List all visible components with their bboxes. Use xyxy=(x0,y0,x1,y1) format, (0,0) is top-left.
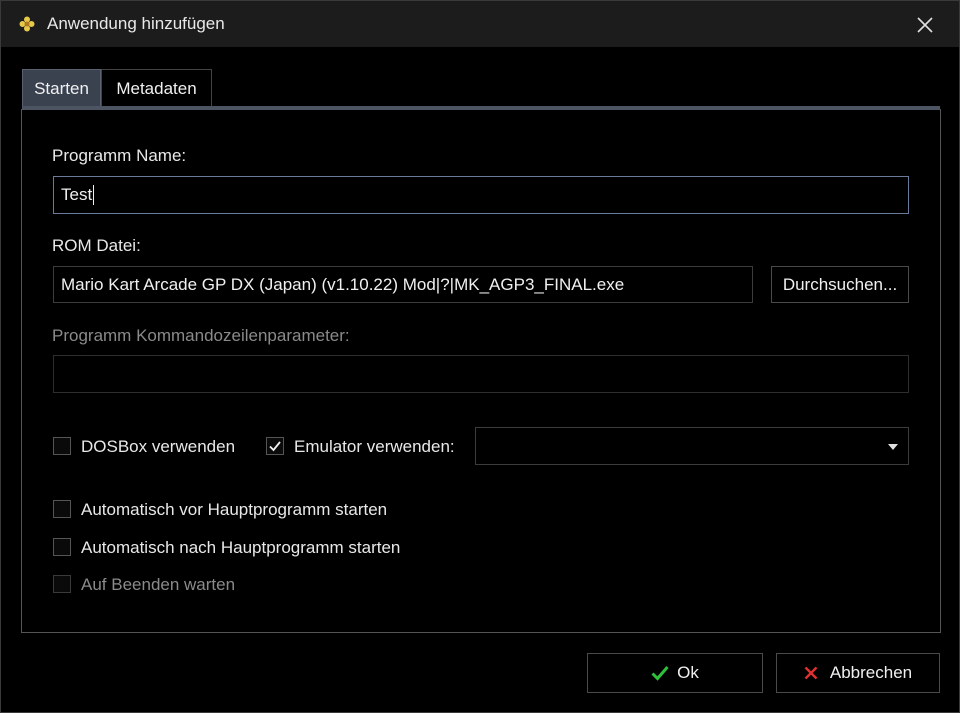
emulator-checkbox[interactable] xyxy=(266,437,284,455)
chevron-down-icon xyxy=(888,444,898,450)
check-icon xyxy=(651,666,669,681)
app-icon xyxy=(19,16,35,32)
close-button[interactable] xyxy=(905,9,945,41)
wait-exit-checkbox[interactable] xyxy=(53,575,71,593)
cmdline-label: Programm Kommandozeilenparameter: xyxy=(52,326,350,345)
cancel-label: Abbrechen xyxy=(829,663,913,682)
program-name-value: Test xyxy=(61,185,93,204)
auto-before-label: Automatisch vor Hauptprogramm starten xyxy=(81,500,388,519)
dialog-window: Anwendung hinzufügen Starten Metadaten P… xyxy=(0,0,960,713)
title-bar: Anwendung hinzufügen xyxy=(1,1,959,47)
text-caret xyxy=(93,185,95,205)
rom-file-label: ROM Datei: xyxy=(52,236,141,255)
wait-exit-label: Auf Beenden warten xyxy=(81,575,236,594)
program-name-input[interactable]: Test xyxy=(53,176,909,214)
dosbox-checkbox[interactable] xyxy=(53,437,71,455)
auto-after-checkbox[interactable] xyxy=(53,538,71,556)
cancel-x-icon xyxy=(804,666,818,680)
rom-file-value: Mario Kart Arcade GP DX (Japan) (v1.10.2… xyxy=(61,274,625,294)
checkmark-icon xyxy=(269,441,281,452)
emulator-label: Emulator verwenden: xyxy=(294,437,455,456)
cmdline-input[interactable] xyxy=(53,355,909,393)
close-icon xyxy=(917,17,933,33)
browse-button[interactable]: Durchsuchen... xyxy=(771,266,909,303)
window-title: Anwendung hinzufügen xyxy=(47,14,225,33)
auto-before-checkbox[interactable] xyxy=(53,500,71,518)
dosbox-label: DOSBox verwenden xyxy=(81,437,236,456)
program-name-label: Programm Name: xyxy=(52,146,187,165)
emulator-select[interactable] xyxy=(475,427,909,465)
cancel-button[interactable]: Abbrechen xyxy=(776,653,940,693)
tab-starten[interactable]: Starten xyxy=(22,69,101,108)
ok-button[interactable]: Ok xyxy=(587,653,763,693)
auto-after-label: Automatisch nach Hauptprogramm starten xyxy=(81,538,401,557)
ok-label: Ok xyxy=(677,663,699,682)
tab-metadaten[interactable]: Metadaten xyxy=(101,69,212,108)
rom-file-input[interactable]: Mario Kart Arcade GP DX (Japan) (v1.10.2… xyxy=(53,266,753,303)
